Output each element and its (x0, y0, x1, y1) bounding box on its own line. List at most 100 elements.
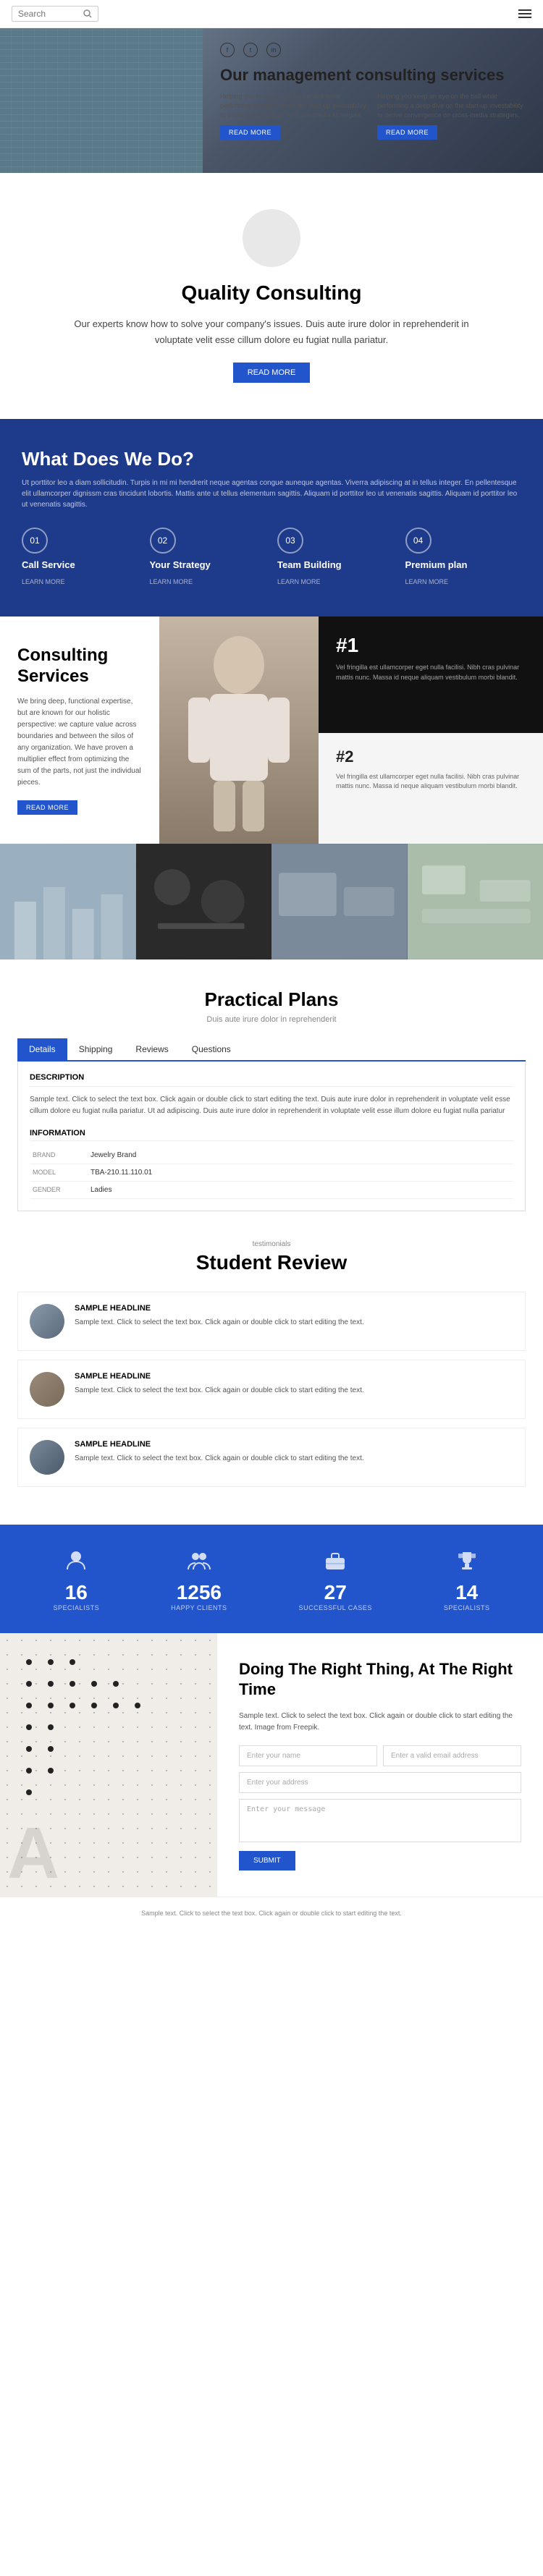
plans-info-title: INFORMATION (30, 1129, 513, 1141)
plans-title: Practical Plans (17, 988, 526, 1011)
doing-name-input[interactable] (239, 1745, 377, 1766)
consulting-person-image (159, 617, 319, 844)
hero-col2-btn[interactable]: READ MORE (377, 125, 437, 140)
plans-tab-questions[interactable]: Questions (180, 1038, 243, 1060)
what-card-1-link[interactable]: LEARN MORE (22, 578, 65, 585)
plans-description-title: DESCRIPTION (30, 1073, 513, 1087)
trophy-icon (452, 1546, 481, 1575)
table-row: BRAND Jewelry Brand (30, 1147, 513, 1164)
consulting-read-more-btn[interactable]: READ MORE (17, 800, 77, 815)
what-description: Ut porttitor leo a diam sollicitudin. Tu… (22, 478, 521, 510)
facebook-link[interactable]: f (220, 43, 235, 57)
doing-address-input[interactable] (239, 1772, 521, 1793)
stats-section: 16 SPECIALISTS 1256 HAPPY CLIENTS 27 SUC… (0, 1525, 543, 1633)
consulting-rank1-num: #1 (336, 634, 526, 657)
doing-title: Doing The Right Thing, At The Right Time (239, 1659, 521, 1700)
twitter-link[interactable]: t (243, 43, 258, 57)
plans-tab-shipping[interactable]: Shipping (67, 1038, 125, 1060)
stat-item-1: 16 SPECIALISTS (54, 1546, 100, 1611)
header (0, 0, 543, 28)
doing-text: Sample text. Click to select the text bo… (239, 1711, 521, 1734)
stat-num-1: 16 (65, 1581, 88, 1604)
review-headline-2: SAMPLE HEADLINE (75, 1372, 513, 1381)
consulting-section: Consulting Services We bring deep, funct… (0, 617, 543, 844)
table-label-brand: BRAND (30, 1147, 88, 1164)
plans-tab-reviews[interactable]: Reviews (124, 1038, 180, 1060)
hero-content: f t in Our management consulting service… (203, 28, 543, 173)
consulting-text: We bring deep, functional expertise, but… (17, 696, 142, 789)
briefcase-icon (321, 1546, 350, 1575)
what-card-4: 04 Premium plan LEARN MORE (405, 528, 522, 588)
doing-submit-btn[interactable]: SUBMIT (239, 1851, 295, 1870)
plans-subtitle: Duis aute irure dolor in reprehenderit (17, 1015, 526, 1024)
testimonials-section: testimonials Student Review SAMPLE HEADL… (0, 1211, 543, 1525)
footer: Sample text. Click to select the text bo… (0, 1897, 543, 1931)
gallery-image-4 (408, 844, 543, 959)
hero-social-links: f t in (220, 43, 526, 57)
gallery-section (0, 844, 543, 959)
table-row: MODEL TBA-210.11.110.01 (30, 1164, 513, 1181)
what-card-2-link[interactable]: LEARN MORE (150, 578, 193, 585)
stat-num-3: 27 (324, 1581, 347, 1604)
hero-col-1: Helping you keep an eye on the ball whil… (220, 92, 369, 140)
hamburger-menu[interactable] (518, 7, 531, 20)
what-card-3-title: Team Building (277, 559, 394, 570)
what-card-3-num: 03 (277, 528, 303, 554)
doing-message-textarea[interactable] (239, 1799, 521, 1842)
plans-info-table: BRAND Jewelry Brand MODEL TBA-210.11.110… (30, 1147, 513, 1199)
gallery-item-3 (272, 844, 408, 959)
instagram-link[interactable]: in (266, 43, 281, 57)
review-text-2: Sample text. Click to select the text bo… (75, 1385, 513, 1396)
review-avatar-3 (30, 1440, 64, 1475)
doing-section: A Doing The Right Thing, At The Right Ti… (0, 1633, 543, 1897)
gallery-item-2 (136, 844, 272, 959)
what-card-1-title: Call Service (22, 559, 138, 570)
stat-label-2: HAPPY CLIENTS (171, 1604, 227, 1611)
table-value-gender: Ladies (88, 1181, 513, 1198)
search-input[interactable] (18, 9, 83, 19)
review-card-3: SAMPLE HEADLINE Sample text. Click to se… (17, 1428, 526, 1487)
quality-text: Our experts know how to solve your compa… (58, 316, 485, 348)
what-card-1-num: 01 (22, 528, 48, 554)
stat-label-3: SUCCESSFUL CASES (299, 1604, 372, 1611)
doing-right: Doing The Right Thing, At The Right Time… (217, 1633, 543, 1897)
review-avatar-2 (30, 1372, 64, 1407)
what-title: What Does We Do? (22, 448, 521, 470)
hero-title: Our management consulting services (220, 66, 526, 85)
search-box[interactable] (12, 6, 98, 22)
quality-section: Quality Consulting Our experts know how … (0, 173, 543, 419)
review-content-2: SAMPLE HEADLINE Sample text. Click to se… (75, 1372, 513, 1407)
consulting-title: Consulting Services (17, 645, 142, 687)
hero-col1-btn[interactable]: READ MORE (220, 125, 280, 140)
doing-email-input[interactable] (383, 1745, 521, 1766)
table-label-gender: GENDER (30, 1181, 88, 1198)
what-card-3-link[interactable]: LEARN MORE (277, 578, 321, 585)
plans-tabs: Details Shipping Reviews Questions (17, 1038, 526, 1062)
consulting-rank1: #1 Vel fringilla est ullamcorper eget nu… (319, 617, 543, 733)
plans-description-text: Sample text. Click to select the text bo… (30, 1094, 513, 1117)
search-icon (83, 9, 92, 18)
footer-text: Sample text. Click to select the text bo… (17, 1909, 526, 1919)
consulting-left: Consulting Services We bring deep, funct… (0, 617, 159, 844)
testimonials-title: Student Review (17, 1251, 526, 1274)
plans-tab-details[interactable]: Details (17, 1038, 67, 1060)
review-content-3: SAMPLE HEADLINE Sample text. Click to se… (75, 1440, 513, 1475)
quality-read-more-btn[interactable]: READ MORE (233, 363, 311, 383)
what-card-4-link[interactable]: LEARN MORE (405, 578, 449, 585)
table-value-model: TBA-210.11.110.01 (88, 1164, 513, 1181)
what-card-1: 01 Call Service LEARN MORE (22, 528, 138, 588)
what-cards-container: 01 Call Service LEARN MORE 02 Your Strat… (22, 528, 521, 588)
plans-section: Practical Plans Duis aute irure dolor in… (0, 959, 543, 1211)
plans-content: DESCRIPTION Sample text. Click to select… (17, 1062, 526, 1211)
table-value-brand: Jewelry Brand (88, 1147, 513, 1164)
doing-form-name-email-row (239, 1745, 521, 1766)
consulting-rank2-text: Vel fringilla est ullamcorper eget nulla… (336, 772, 526, 792)
review-card-1: SAMPLE HEADLINE Sample text. Click to se… (17, 1292, 526, 1351)
stat-item-4: 14 SPECIALISTS (444, 1546, 490, 1611)
review-text-1: Sample text. Click to select the text bo… (75, 1317, 513, 1328)
doing-left-image: A (0, 1633, 217, 1897)
consulting-rank2: #2 Vel fringilla est ullamcorper eget nu… (319, 733, 543, 844)
what-card-2-title: Your Strategy (150, 559, 266, 570)
review-content-1: SAMPLE HEADLINE Sample text. Click to se… (75, 1304, 513, 1339)
gallery-item-4 (408, 844, 543, 959)
